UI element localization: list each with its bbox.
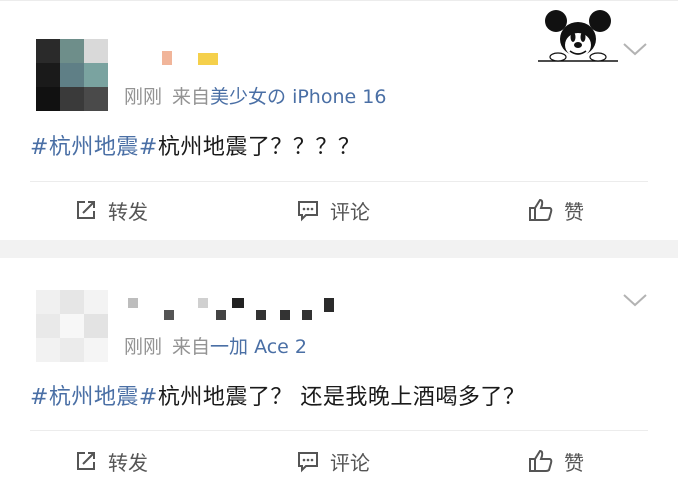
avatar[interactable] [36, 290, 108, 362]
repost-label: 转发 [108, 199, 148, 224]
like-button[interactable]: 赞 [528, 185, 584, 235]
post-meta: 刚刚 来自一加 Ace 2 [124, 332, 317, 359]
repost-icon [77, 201, 95, 219]
repost-button[interactable]: 转发 [74, 185, 148, 235]
comment-label: 评论 [330, 199, 370, 224]
comment-icon [298, 201, 318, 222]
action-bar: 转发 评论 赞 [0, 436, 678, 486]
hashtag-link[interactable]: #杭州地震# [30, 385, 158, 410]
repost-label: 转发 [108, 450, 148, 475]
comment-icon [298, 452, 318, 473]
source-prefix: 来自 [172, 336, 211, 358]
mickey-mouse-sticker [538, 10, 618, 62]
source-prefix: 来自 [172, 86, 211, 108]
post-time: 刚刚 [124, 336, 163, 358]
post-content: 杭州地震了？？？？ [157, 135, 361, 160]
like-label: 赞 [564, 199, 584, 224]
action-bar: 转发 评论 赞 [0, 185, 678, 235]
divider [30, 430, 648, 431]
post-text: #杭州地震#杭州地震了？？？？ [30, 129, 360, 161]
post-text: #杭州地震#杭州地震了？ 还是我晚上酒喝多了？ [30, 379, 525, 411]
post-time: 刚刚 [124, 86, 163, 108]
comment-label: 评论 [330, 450, 370, 475]
repost-button[interactable]: 转发 [74, 436, 148, 486]
hashtag-link[interactable]: #杭州地震# [30, 135, 158, 160]
chevron-down-icon[interactable] [622, 292, 648, 308]
comment-button[interactable]: 评论 [296, 185, 370, 235]
chevron-down-icon[interactable] [622, 41, 648, 57]
post-content: 杭州地震了？ 还是我晚上酒喝多了？ [157, 385, 526, 410]
feed-separator [0, 240, 678, 258]
post-meta: 刚刚 来自美少女の iPhone 16 [124, 82, 396, 109]
like-button[interactable]: 赞 [528, 436, 584, 486]
device-source-link[interactable]: 一加 Ace 2 [210, 336, 307, 358]
thumbs-up-icon [529, 198, 553, 221]
post-card-1: 刚刚 来自美少女の iPhone 16 #杭州地震#杭州地震了？？？？ 转发 评… [0, 0, 678, 241]
post-card-2: 刚刚 来自一加 Ace 2 #杭州地震#杭州地震了？ 还是我晚上酒喝多了？ 转发 … [0, 258, 678, 500]
avatar[interactable] [36, 39, 108, 111]
like-label: 赞 [564, 450, 584, 475]
repost-icon [77, 452, 95, 470]
divider [30, 181, 648, 182]
device-source-link[interactable]: 美少女の iPhone 16 [210, 86, 386, 108]
comment-button[interactable]: 评论 [296, 436, 370, 486]
thumbs-up-icon [529, 449, 553, 472]
